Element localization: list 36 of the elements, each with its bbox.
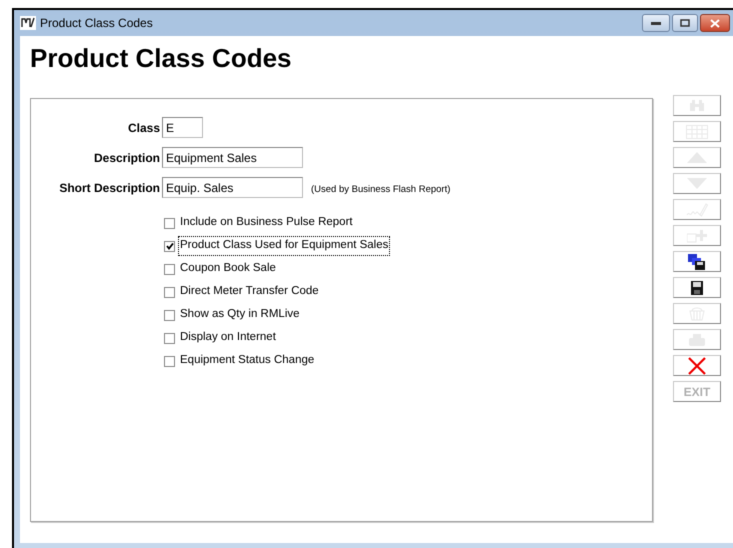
checkbox[interactable] bbox=[164, 286, 175, 298]
checkbox[interactable] bbox=[164, 240, 175, 252]
checkbox-label: Equipment Status Change bbox=[179, 353, 316, 368]
signature-pen-icon bbox=[686, 202, 708, 218]
check-icon bbox=[166, 242, 174, 250]
field-note: (Used by Business Flash Report) bbox=[311, 183, 450, 198]
checkbox[interactable] bbox=[164, 218, 175, 228]
copy-disk-icon bbox=[688, 254, 706, 270]
checkbox-label: Product Class Used for Equipment Sales bbox=[179, 237, 390, 255]
checkbox[interactable] bbox=[164, 356, 175, 366]
field-label: Class bbox=[126, 120, 161, 136]
close-button[interactable] bbox=[700, 14, 730, 32]
checkbox-label: Display on Internet bbox=[179, 330, 277, 346]
text-field[interactable]: E bbox=[162, 117, 203, 138]
checkbox[interactable] bbox=[164, 264, 175, 274]
checkbox-label: Include on Business Pulse Report bbox=[179, 215, 354, 230]
window-title: Product Class Codes bbox=[40, 15, 153, 32]
minimize-button[interactable] bbox=[642, 14, 670, 32]
page-heading: Product Class Codes bbox=[30, 42, 293, 75]
field-label: Short Description bbox=[58, 180, 161, 196]
field-label: Description bbox=[92, 150, 161, 166]
checkbox-label: Coupon Book Sale bbox=[179, 261, 277, 276]
close-icon bbox=[688, 356, 706, 374]
app-logo-icon bbox=[20, 16, 36, 30]
checkbox-label: Show as Qty in RMLive bbox=[179, 307, 301, 322]
restore-icon bbox=[680, 19, 690, 27]
toolbar-button[interactable] bbox=[673, 251, 721, 272]
close-icon bbox=[710, 18, 720, 28]
checkbox[interactable] bbox=[164, 310, 175, 320]
text-field[interactable]: Equipment Sales bbox=[162, 147, 303, 168]
maximize-button[interactable] bbox=[672, 14, 698, 32]
checkbox-label: Direct Meter Transfer Code bbox=[179, 284, 320, 300]
minimize-icon bbox=[651, 22, 661, 24]
text-field[interactable]: Equip. Sales bbox=[162, 177, 303, 198]
checkbox[interactable] bbox=[164, 332, 175, 344]
toolbar-button[interactable] bbox=[673, 277, 721, 298]
